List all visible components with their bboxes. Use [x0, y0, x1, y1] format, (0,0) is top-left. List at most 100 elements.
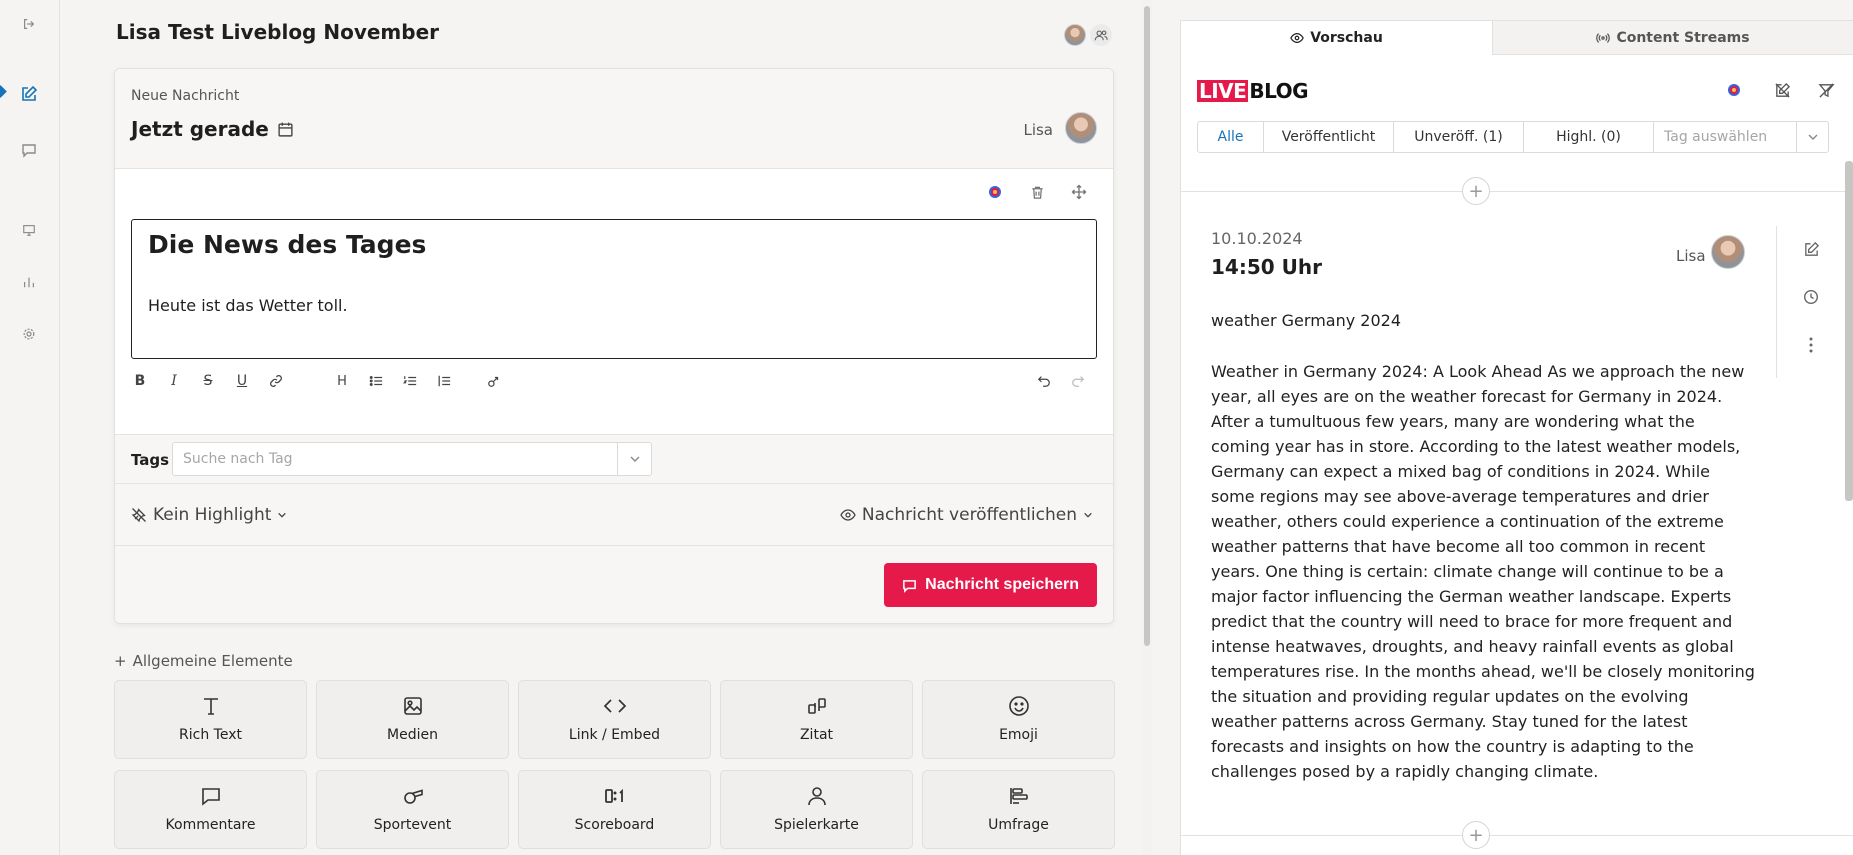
ordered-list-icon[interactable] [433, 370, 455, 392]
highlight-dropdown[interactable]: Kein Highlight [131, 505, 287, 525]
left-rail [0, 0, 60, 855]
rich-text-editor[interactable]: Die News des Tages Heute ist das Wetter … [131, 219, 1097, 359]
save-message-button[interactable]: Nachricht speichern [884, 563, 1097, 607]
eye-icon [840, 507, 856, 523]
content-paragraph[interactable]: Heute ist das Wetter toll. [148, 296, 348, 315]
code-icon [519, 693, 710, 719]
chevron-down-icon [1083, 510, 1093, 520]
underline-icon[interactable]: U [231, 370, 253, 392]
preview-scrollbar[interactable] [1845, 161, 1853, 501]
logo-live: LIVE [1197, 79, 1249, 103]
bold-icon[interactable]: B [129, 370, 151, 392]
tab-label: Vorschau [1310, 30, 1383, 46]
element-label: Link / Embed [568, 727, 661, 743]
element-rich-text[interactable]: Rich Text [114, 680, 307, 759]
filter-off-icon[interactable] [1815, 79, 1837, 101]
link-icon[interactable] [265, 370, 287, 392]
element-emoji[interactable]: Emoji [922, 680, 1115, 759]
post-date: 10.10.2024 [1211, 229, 1303, 248]
general-elements-label: Allgemeine Elemente [132, 652, 293, 670]
card-label: Neue Nachricht [131, 88, 240, 104]
element-label: Emoji [999, 727, 1038, 743]
publish-label: Nachricht veröffentlichen [861, 505, 1077, 525]
active-marker [0, 85, 7, 98]
element-label: Umfrage [988, 817, 1049, 833]
poll-icon [923, 783, 1114, 809]
preview-panel: Vorschau Content Streams LIVE BLOG Alle … [1180, 20, 1853, 855]
element-label: Sportevent [373, 817, 452, 833]
comment-icon [115, 783, 306, 809]
comment-icon[interactable] [19, 140, 39, 160]
image-icon [317, 693, 508, 719]
post-headline: weather Germany 2024 [1211, 311, 1401, 330]
filter-highlights[interactable]: Highl. (0) [1524, 122, 1654, 152]
collaborators [1064, 24, 1112, 46]
tag-select-placeholder: Tag auswählen [1664, 129, 1768, 145]
element-poll[interactable]: Umfrage [922, 770, 1115, 849]
element-comments[interactable]: Kommentare [114, 770, 307, 849]
italic-icon[interactable]: I [163, 370, 185, 392]
heading-icon[interactable]: H [331, 370, 353, 392]
element-label: Kommentare [165, 817, 256, 833]
filter-published[interactable]: Veröffentlicht [1264, 122, 1394, 152]
tab-label: Content Streams [1616, 29, 1750, 46]
divider [1181, 191, 1853, 192]
add-post-icon[interactable]: + [1462, 821, 1490, 849]
undo-icon[interactable] [1033, 370, 1055, 392]
element-scoreboard[interactable]: Scoreboard [518, 770, 711, 849]
exit-icon[interactable] [19, 14, 39, 34]
edit-icon[interactable] [19, 84, 39, 104]
logo-blog: BLOG [1249, 79, 1309, 103]
chart-icon[interactable] [19, 272, 39, 292]
tab-preview[interactable]: Vorschau [1181, 21, 1493, 55]
content-heading[interactable]: Die News des Tages [148, 230, 426, 259]
element-quote[interactable]: Zitat [720, 680, 913, 759]
more-vertical-icon[interactable] [1801, 335, 1821, 355]
monitor-icon[interactable] [19, 220, 39, 240]
add-post-icon[interactable]: + [1462, 177, 1490, 205]
edit-off-icon[interactable] [1771, 79, 1793, 101]
element-label: Rich Text [179, 727, 242, 743]
tag-select[interactable]: Tag auswählen [1654, 122, 1828, 152]
avatar[interactable] [1064, 24, 1086, 46]
tags-label: Tags [131, 451, 170, 469]
element-player-card[interactable]: Spielerkarte [720, 770, 913, 849]
gear-icon[interactable] [19, 324, 39, 344]
message-card: Neue Nachricht Jetzt gerade Lisa Die New… [114, 68, 1114, 624]
numbered-list-icon[interactable] [399, 370, 421, 392]
card-header: Neue Nachricht Jetzt gerade Lisa [115, 69, 1113, 169]
editor-scrollbar-thumb[interactable] [1144, 6, 1150, 646]
chevron-down-icon[interactable] [1796, 122, 1828, 152]
divider [1776, 226, 1777, 378]
embed-link-icon[interactable] [483, 370, 505, 392]
edit-post-icon[interactable] [1801, 239, 1821, 259]
users-icon[interactable] [1090, 24, 1112, 46]
clock-icon[interactable] [1801, 287, 1821, 307]
message-icon [902, 578, 917, 593]
chevron-down-icon[interactable] [617, 443, 651, 475]
tag-search-input[interactable]: Suche nach Tag [172, 442, 652, 476]
element-label: Zitat [799, 727, 834, 743]
publish-dropdown[interactable]: Nachricht veröffentlichen [840, 505, 1093, 525]
save-label: Nachricht speichern [925, 576, 1079, 593]
element-media[interactable]: Medien [316, 680, 509, 759]
element-link-embed[interactable]: Link / Embed [518, 680, 711, 759]
ai-color-icon[interactable] [985, 182, 1005, 202]
time-text: Jetzt gerade [131, 117, 269, 141]
move-icon[interactable] [1069, 182, 1089, 202]
general-elements-toggle[interactable]: + Allgemeine Elemente [114, 652, 293, 670]
filter-unpublished[interactable]: Unveröff. (1) [1394, 122, 1524, 152]
time-field[interactable]: Jetzt gerade [131, 117, 294, 141]
element-label: Scoreboard [574, 817, 655, 833]
bullet-list-icon[interactable] [365, 370, 387, 392]
author-avatar[interactable] [1065, 112, 1097, 144]
redo-icon[interactable] [1067, 370, 1089, 392]
trash-icon[interactable] [1027, 182, 1047, 202]
element-sport-event[interactable]: Sportevent [316, 770, 509, 849]
ai-color-icon[interactable] [1723, 79, 1745, 101]
filter-all[interactable]: Alle [1198, 122, 1264, 152]
eye-icon [1290, 31, 1304, 45]
tab-content-streams[interactable]: Content Streams [1493, 21, 1853, 55]
strikethrough-icon[interactable]: S [197, 370, 219, 392]
calendar-icon[interactable] [277, 121, 294, 138]
